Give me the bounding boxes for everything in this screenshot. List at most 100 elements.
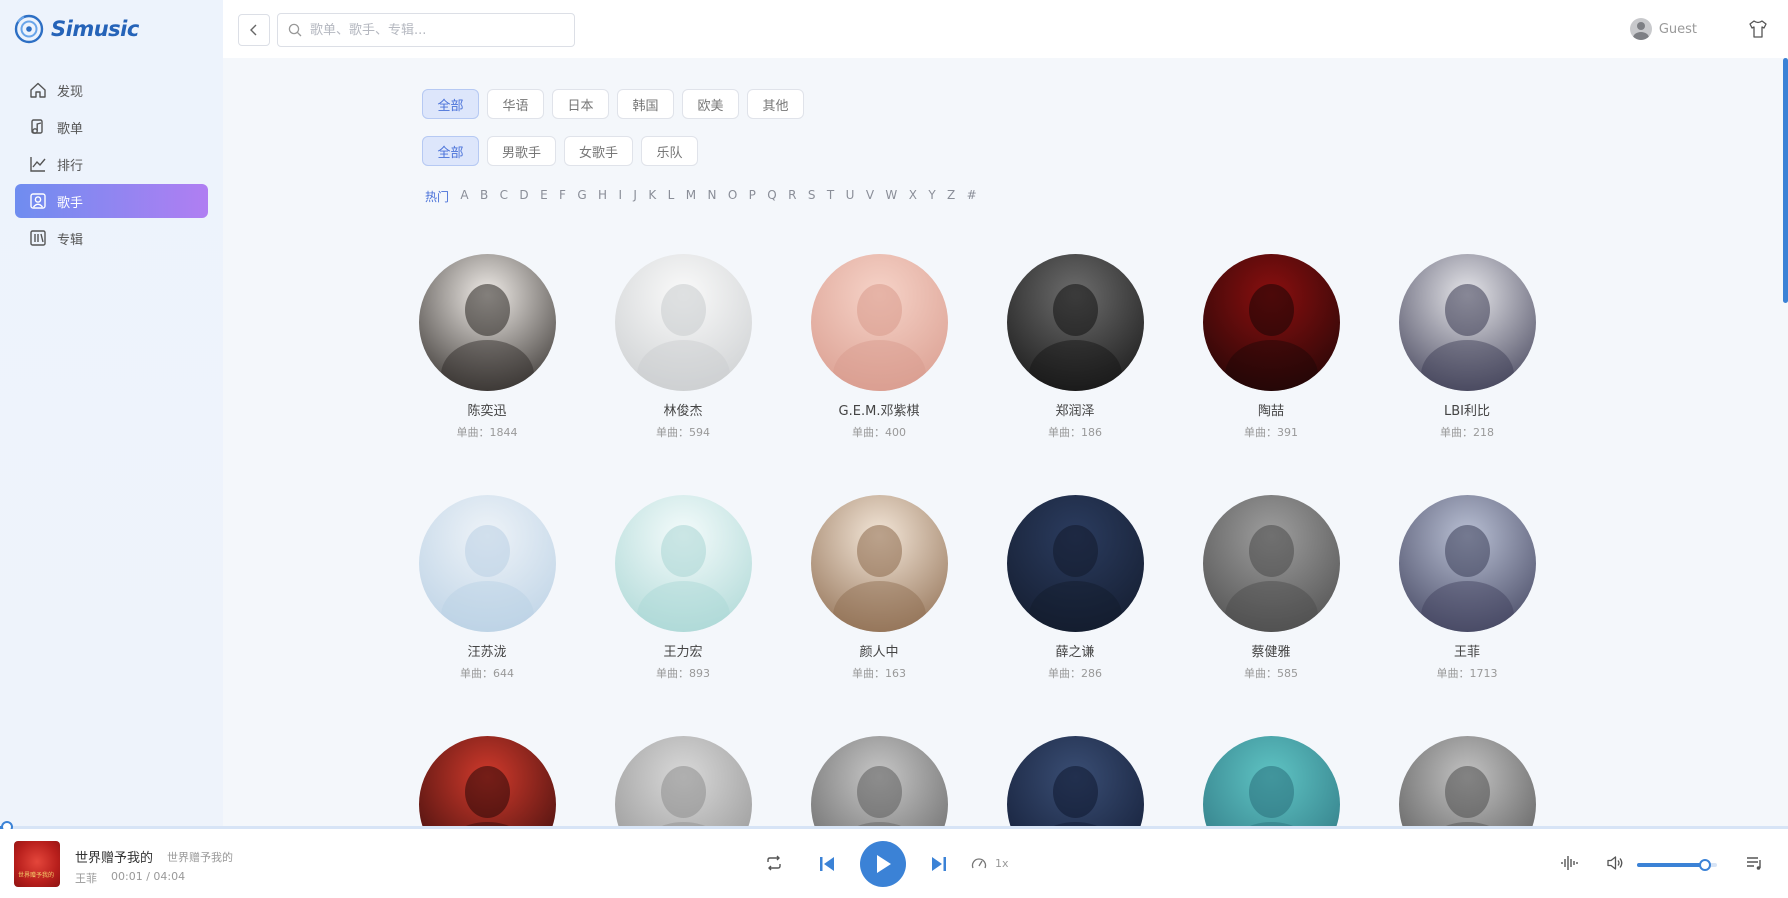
artist-card[interactable]: G.E.M.邓紫棋 单曲：400 <box>781 254 977 440</box>
types-filter-0[interactable]: 全部 <box>422 136 479 166</box>
album-cover[interactable]: 世界赠予我的 <box>14 841 60 887</box>
next-button[interactable] <box>928 853 950 875</box>
artist-card[interactable]: 薛之谦 单曲：286 <box>977 495 1173 681</box>
letter-filter-15[interactable]: O <box>728 188 737 205</box>
song-artist[interactable]: 王菲 <box>75 870 97 886</box>
logo[interactable]: Simusic <box>14 14 139 44</box>
artist-name[interactable]: 王力宏 <box>585 641 781 660</box>
artist-card[interactable] <box>1173 736 1369 826</box>
artist-portrait[interactable] <box>1202 495 1340 632</box>
artist-portrait[interactable] <box>1398 254 1536 391</box>
artist-card[interactable]: 郑润泽 单曲：186 <box>977 254 1173 440</box>
play-button[interactable] <box>860 841 906 887</box>
letter-filter-3[interactable]: C <box>500 188 508 205</box>
letter-filter-10[interactable]: J <box>633 188 637 205</box>
artist-portrait[interactable] <box>1202 254 1340 391</box>
regions-filter-1[interactable]: 华语 <box>487 89 544 119</box>
back-button[interactable] <box>238 14 270 46</box>
song-album[interactable]: 世界赠予我的 <box>167 849 233 865</box>
artist-portrait[interactable] <box>1006 736 1144 826</box>
playlist-button[interactable] <box>1744 853 1764 873</box>
user-menu[interactable]: Guest <box>1629 18 1697 40</box>
mute-button[interactable] <box>1605 853 1625 873</box>
regions-filter-5[interactable]: 其他 <box>747 89 804 119</box>
sidebar-item-4[interactable]: 专辑 <box>15 221 208 255</box>
letter-filter-9[interactable]: I <box>618 188 622 205</box>
artist-portrait[interactable] <box>810 736 948 826</box>
letter-filter-4[interactable]: D <box>519 188 528 205</box>
artist-portrait[interactable] <box>1398 736 1536 826</box>
artist-name[interactable]: 郑润泽 <box>977 400 1173 419</box>
letter-filter-20[interactable]: T <box>827 188 834 205</box>
previous-button[interactable] <box>816 853 838 875</box>
artist-card[interactable] <box>1369 736 1565 826</box>
letter-filter-17[interactable]: Q <box>767 188 776 205</box>
artist-name[interactable]: LBI利比 <box>1369 400 1565 419</box>
speed-label[interactable]: 1x <box>995 857 1009 870</box>
sidebar-item-1[interactable]: 歌单 <box>15 110 208 144</box>
letter-filter-25[interactable]: Y <box>928 188 935 205</box>
artist-card[interactable]: 蔡健雅 单曲：585 <box>1173 495 1369 681</box>
artist-portrait[interactable] <box>418 254 556 391</box>
regions-filter-0[interactable]: 全部 <box>422 89 479 119</box>
letter-filter-11[interactable]: K <box>648 188 656 205</box>
artist-card[interactable]: 陈奕迅 单曲：1844 <box>389 254 585 440</box>
letter-filter-2[interactable]: B <box>480 188 488 205</box>
artist-portrait[interactable] <box>1006 254 1144 391</box>
artist-card[interactable] <box>585 736 781 826</box>
regions-filter-2[interactable]: 日本 <box>552 89 609 119</box>
artist-card[interactable]: LBI利比 单曲：218 <box>1369 254 1565 440</box>
sidebar-item-3[interactable]: 歌手 <box>15 184 208 218</box>
artist-card[interactable]: 汪苏泷 单曲：644 <box>389 495 585 681</box>
letter-filter-19[interactable]: S <box>808 188 816 205</box>
letter-filter-13[interactable]: M <box>686 188 696 205</box>
letter-filter-1[interactable]: A <box>460 188 468 205</box>
artist-portrait[interactable] <box>1398 495 1536 632</box>
sidebar-item-0[interactable]: 发现 <box>15 73 208 107</box>
types-filter-3[interactable]: 乐队 <box>641 136 699 166</box>
letter-filter-21[interactable]: U <box>846 188 855 205</box>
letter-filter-8[interactable]: H <box>598 188 607 205</box>
volume-slider[interactable] <box>1637 859 1717 871</box>
letter-filter-26[interactable]: Z <box>947 188 955 205</box>
artist-name[interactable]: 汪苏泷 <box>389 641 585 660</box>
letter-filter-16[interactable]: P <box>749 188 756 205</box>
regions-filter-3[interactable]: 韩国 <box>617 89 674 119</box>
search-box[interactable] <box>277 13 575 47</box>
types-filter-2[interactable]: 女歌手 <box>564 136 634 166</box>
artist-portrait[interactable] <box>1202 736 1340 826</box>
regions-filter-4[interactable]: 欧美 <box>682 89 739 119</box>
artist-card[interactable]: 林俊杰 单曲：594 <box>585 254 781 440</box>
theme-shirt-icon[interactable] <box>1748 19 1768 39</box>
letter-filter-23[interactable]: W <box>885 188 897 205</box>
types-filter-1[interactable]: 男歌手 <box>487 136 557 166</box>
letter-filter-12[interactable]: L <box>668 188 675 205</box>
speed-button[interactable] <box>970 855 988 873</box>
letter-filter-14[interactable]: N <box>707 188 716 205</box>
artist-name[interactable]: 颜人中 <box>781 641 977 660</box>
letter-filter-0[interactable]: 热门 <box>425 188 449 205</box>
artist-portrait[interactable] <box>810 495 948 632</box>
letter-filter-5[interactable]: E <box>540 188 548 205</box>
artist-name[interactable]: 陈奕迅 <box>389 400 585 419</box>
artist-name[interactable]: G.E.M.邓紫棋 <box>781 400 977 419</box>
artist-name[interactable]: 蔡健雅 <box>1173 641 1369 660</box>
artist-portrait[interactable] <box>1006 495 1144 632</box>
artist-portrait[interactable] <box>418 736 556 826</box>
letter-filter-24[interactable]: X <box>909 188 917 205</box>
scrollbar[interactable] <box>1783 58 1788 303</box>
sound-effect-button[interactable] <box>1559 853 1579 873</box>
letter-filter-27[interactable]: # <box>967 188 977 205</box>
artist-name[interactable]: 薛之谦 <box>977 641 1173 660</box>
artist-card[interactable]: 王力宏 单曲：893 <box>585 495 781 681</box>
artist-card[interactable] <box>977 736 1173 826</box>
artist-card[interactable] <box>389 736 585 826</box>
artist-portrait[interactable] <box>614 736 752 826</box>
artist-name[interactable]: 王菲 <box>1369 641 1565 660</box>
letter-filter-7[interactable]: G <box>577 188 586 205</box>
repeat-button[interactable] <box>764 853 784 873</box>
artist-card[interactable]: 王菲 单曲：1713 <box>1369 495 1565 681</box>
letter-filter-18[interactable]: R <box>788 188 796 205</box>
artist-name[interactable]: 林俊杰 <box>585 400 781 419</box>
artist-portrait[interactable] <box>418 495 556 632</box>
